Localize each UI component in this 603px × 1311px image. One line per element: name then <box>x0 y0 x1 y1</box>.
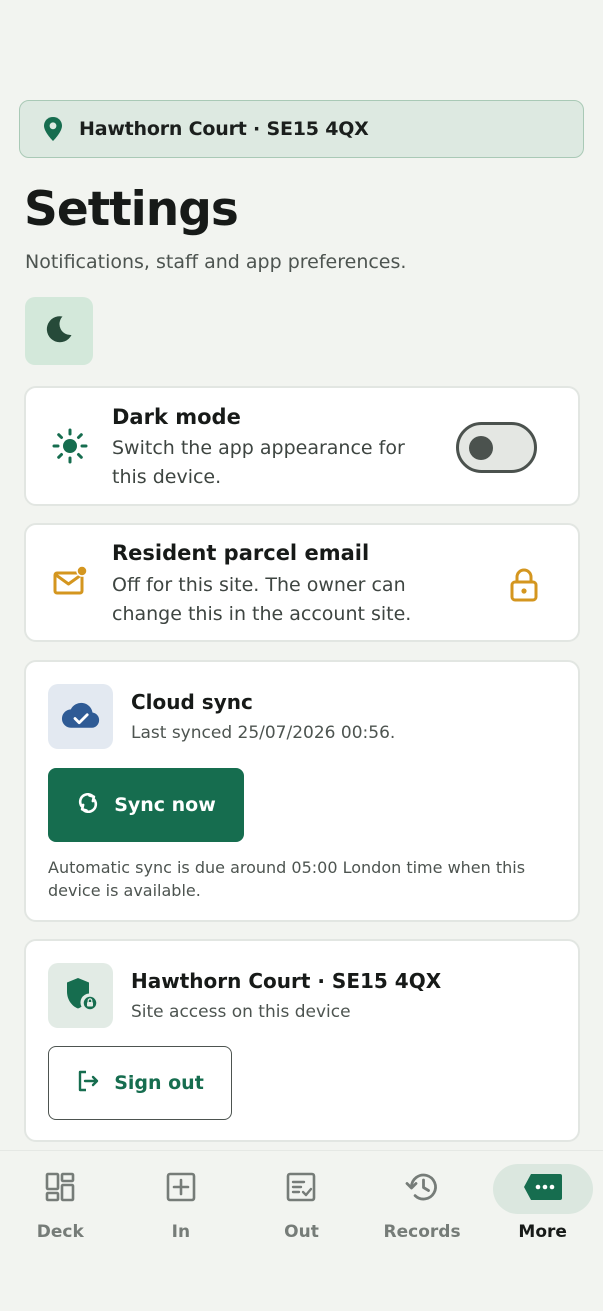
sync-icon <box>76 791 100 820</box>
sync-schedule-note: Automatic sync is due around 05:00 Londo… <box>48 858 526 900</box>
sign-out-label: Sign out <box>114 1072 204 1094</box>
nav-item-in[interactable]: In <box>121 1151 242 1311</box>
site-name: Hawthorn Court · SE15 4QX <box>79 118 369 140</box>
site-banner[interactable]: Hawthorn Court · SE15 4QX <box>19 100 584 158</box>
nav-label-records: Records <box>383 1222 461 1242</box>
checklist-icon <box>285 1171 317 1207</box>
nav-item-deck[interactable]: Deck <box>0 1151 121 1311</box>
nav-label-deck: Deck <box>36 1222 84 1242</box>
sign-out-button[interactable]: Sign out <box>48 1046 232 1120</box>
site-access-subtitle: Site access on this device <box>131 1002 351 1022</box>
cloud-sync-tile <box>48 684 113 749</box>
sync-now-button[interactable]: Sync now <box>48 768 244 842</box>
dark-mode-description: Switch the app appearance for this devic… <box>112 437 405 488</box>
site-access-card: Hawthorn Court · SE15 4QX Site access on… <box>24 939 580 1142</box>
nav-label-in: In <box>171 1222 191 1242</box>
history-icon <box>405 1171 439 1207</box>
cloud-sync-card: Cloud sync Last synced 25/07/2026 00:56.… <box>24 660 580 922</box>
bottom-nav: Deck In Out Records More <box>0 1150 603 1311</box>
logout-icon <box>76 1069 100 1098</box>
dark-mode-title: Dark mode <box>112 405 241 429</box>
dark-mode-card: Dark mode Switch the app appearance for … <box>24 386 580 506</box>
toggle-knob <box>469 436 493 460</box>
nav-item-records[interactable]: Records <box>362 1151 483 1311</box>
sun-icon <box>50 426 90 466</box>
theme-tile <box>25 297 93 365</box>
settings-screen: Hawthorn Court · SE15 4QX Settings Notif… <box>0 0 603 1311</box>
add-box-icon <box>165 1171 197 1207</box>
page-title: Settings <box>24 182 239 237</box>
more-icon <box>523 1172 563 1206</box>
site-access-tile <box>48 963 113 1028</box>
parcel-email-title: Resident parcel email <box>112 541 370 565</box>
parcel-email-card: Resident parcel email Off for this site.… <box>24 523 580 642</box>
lock-icon <box>504 565 544 605</box>
shield-lock-icon <box>64 976 98 1016</box>
site-access-title: Hawthorn Court · SE15 4QX <box>131 969 442 993</box>
nav-item-more[interactable]: More <box>482 1151 603 1311</box>
parcel-email-description: Off for this site. The owner can change … <box>112 574 412 625</box>
mail-notification-icon <box>50 562 90 602</box>
sync-now-label: Sync now <box>114 794 216 816</box>
page-subtitle: Notifications, staff and app preferences… <box>25 251 407 273</box>
nav-label-more: More <box>518 1222 567 1242</box>
nav-label-out: Out <box>284 1222 319 1242</box>
nav-item-out[interactable]: Out <box>241 1151 362 1311</box>
cloud-sync-title: Cloud sync <box>131 690 253 714</box>
dashboard-icon <box>44 1171 76 1207</box>
cloud-done-icon <box>61 700 101 734</box>
dark-mode-toggle[interactable] <box>456 422 537 473</box>
last-synced-text: Last synced 25/07/2026 00:56. <box>131 723 396 743</box>
location-pin-icon <box>40 116 66 142</box>
moon-icon <box>43 313 75 349</box>
